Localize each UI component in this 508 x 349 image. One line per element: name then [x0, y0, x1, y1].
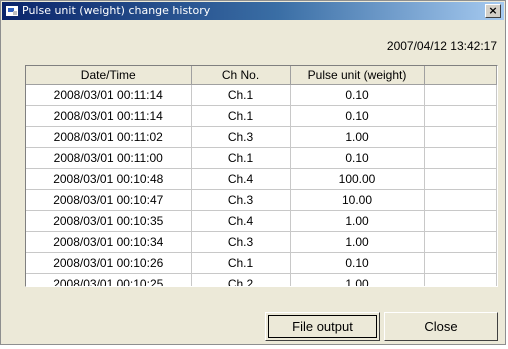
table-row[interactable]: 2008/03/01 00:10:47 Ch.3 10.00 [26, 189, 497, 211]
cell-channel: Ch.4 [191, 210, 291, 232]
table-row[interactable]: 2008/03/01 00:10:48 Ch.4 100.00 [26, 168, 497, 190]
cell-datetime: 2008/03/01 00:10:48 [26, 168, 192, 190]
cell-pulse-unit: 1.00 [290, 231, 425, 253]
cell-datetime: 2008/03/01 00:11:14 [26, 105, 192, 127]
cell-blank [424, 126, 497, 148]
cell-channel: Ch.3 [191, 189, 291, 211]
cell-blank [424, 105, 497, 127]
window-title: Pulse unit (weight) change history [22, 4, 211, 17]
cell-channel: Ch.1 [191, 105, 291, 127]
table-row[interactable]: 2008/03/01 00:11:14 Ch.1 0.10 [26, 84, 497, 106]
column-header-datetime[interactable]: Date/Time [26, 66, 192, 85]
cell-blank [424, 189, 497, 211]
column-header-channel[interactable]: Ch No. [191, 66, 291, 85]
cell-pulse-unit: 0.10 [290, 147, 425, 169]
table-row[interactable]: 2008/03/01 00:11:00 Ch.1 0.10 [26, 147, 497, 169]
table-row[interactable]: 2008/03/01 00:10:35 Ch.4 1.00 [26, 210, 497, 232]
title-bar: Pulse unit (weight) change history × [2, 2, 504, 20]
close-icon[interactable]: × [485, 4, 501, 18]
cell-pulse-unit: 100.00 [290, 168, 425, 190]
cell-blank [424, 168, 497, 190]
cell-pulse-unit: 10.00 [290, 189, 425, 211]
cell-blank [424, 273, 497, 286]
app-icon [6, 6, 18, 16]
table-row[interactable]: 2008/03/01 00:11:14 Ch.1 0.10 [26, 105, 497, 127]
cell-blank [424, 231, 497, 253]
cell-channel: Ch.1 [191, 252, 291, 274]
cell-channel: Ch.2 [191, 273, 291, 286]
cell-pulse-unit: 1.00 [290, 210, 425, 232]
cell-datetime: 2008/03/01 00:10:47 [26, 189, 192, 211]
table-row[interactable]: 2008/03/01 00:10:34 Ch.3 1.00 [26, 231, 497, 253]
cell-datetime: 2008/03/01 00:10:26 [26, 252, 192, 274]
cell-channel: Ch.1 [191, 84, 291, 106]
cell-datetime: 2008/03/01 00:11:14 [26, 84, 192, 106]
cell-pulse-unit: 1.00 [290, 126, 425, 148]
cell-pulse-unit: 0.10 [290, 84, 425, 106]
cell-channel: Ch.3 [191, 231, 291, 253]
column-header-pulse-unit[interactable]: Pulse unit (weight) [290, 66, 425, 85]
cell-pulse-unit: 0.10 [290, 252, 425, 274]
file-output-button[interactable]: File output [265, 312, 380, 341]
current-timestamp: 2007/04/12 13:42:17 [386, 39, 497, 53]
cell-datetime: 2008/03/01 00:10:35 [26, 210, 192, 232]
table-header-row: Date/Time Ch No. Pulse unit (weight) [26, 66, 497, 85]
dialog-window: Pulse unit (weight) change history × 200… [0, 0, 506, 345]
cell-blank [424, 147, 497, 169]
history-table[interactable]: Date/Time Ch No. Pulse unit (weight) 200… [25, 65, 498, 287]
table-row[interactable]: 2008/03/01 00:10:25 Ch.2 1.00 [26, 273, 497, 286]
cell-datetime: 2008/03/01 00:10:34 [26, 231, 192, 253]
cell-datetime: 2008/03/01 00:11:02 [26, 126, 192, 148]
cell-pulse-unit: 1.00 [290, 273, 425, 286]
cell-channel: Ch.1 [191, 147, 291, 169]
cell-blank [424, 252, 497, 274]
cell-channel: Ch.4 [191, 168, 291, 190]
column-header-blank [424, 66, 497, 85]
table-row[interactable]: 2008/03/01 00:11:02 Ch.3 1.00 [26, 126, 497, 148]
cell-pulse-unit: 0.10 [290, 105, 425, 127]
cell-channel: Ch.3 [191, 126, 291, 148]
table-row[interactable]: 2008/03/01 00:10:26 Ch.1 0.10 [26, 252, 497, 274]
cell-datetime: 2008/03/01 00:11:00 [26, 147, 192, 169]
cell-blank [424, 84, 497, 106]
cell-datetime: 2008/03/01 00:10:25 [26, 273, 192, 286]
cell-blank [424, 210, 497, 232]
close-button[interactable]: Close [384, 312, 498, 341]
